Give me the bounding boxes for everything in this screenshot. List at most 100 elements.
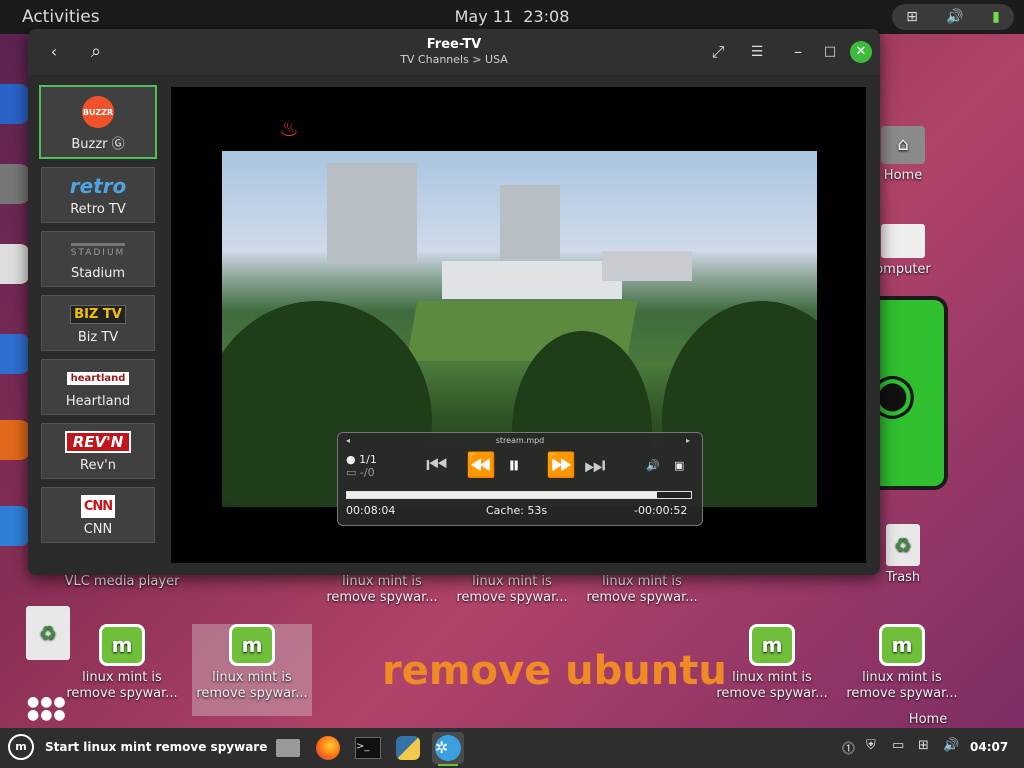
playlist-position[interactable]: ● 1/1 <box>346 453 377 466</box>
volume-icon[interactable]: 🔊 <box>943 738 959 753</box>
eye-app-icon[interactable]: ◉ <box>876 296 948 490</box>
system-tray[interactable]: ⊞ 🔊 ▮ <box>892 4 1014 30</box>
chapter-position[interactable]: ▭ -/0 <box>346 466 375 479</box>
stream-title: stream.mpd <box>495 436 545 445</box>
heartland-logo: heartland <box>66 371 130 385</box>
dock-item[interactable] <box>0 334 30 374</box>
rewind-icon[interactable]: ⏪ <box>466 449 496 481</box>
update-manager-icon[interactable]: ⓵ <box>842 738 855 757</box>
channel-logo: heartland <box>42 366 154 390</box>
playlist-position-text: 1/1 <box>359 453 377 466</box>
dock-item[interactable] <box>0 164 30 204</box>
biz-tv-logo: BIZ TV <box>70 304 126 324</box>
desktop-icon-mint[interactable]: linux mint is remove spywar... <box>452 574 572 606</box>
fullscreen-button[interactable]: ⤢ <box>706 41 730 63</box>
retro-tv-logo: retro <box>69 174 127 198</box>
clock-date[interactable]: May 11 <box>455 7 514 26</box>
channel-logo: BUZZR <box>41 95 155 129</box>
taskbar-python[interactable] <box>392 732 424 764</box>
skip-forward-icon[interactable]: ⏭ <box>584 449 606 481</box>
channel-item-biz-tv[interactable]: BIZ TV Biz TV <box>41 295 155 351</box>
skip-back-icon[interactable]: ⏮ <box>426 449 448 481</box>
desktop-icon-label: linux mint is remove spywar... <box>586 574 698 605</box>
volume-icon[interactable]: 🔊 <box>646 459 660 472</box>
channel-item-retro-tv[interactable]: retro Retro TV <box>41 167 155 223</box>
desktop-icon-mint[interactable]: m linux mint is remove spywar... <box>62 624 182 702</box>
desktop-icon-home-partial[interactable]: Home <box>868 712 988 728</box>
desktop-icon-mint[interactable]: m linux mint is remove spywar... <box>192 624 312 716</box>
channel-item-stadium[interactable]: STADIUM Stadium <box>41 231 155 287</box>
channel-logo: REV'N <box>42 430 154 454</box>
pause-icon[interactable]: ⏸ <box>508 449 520 481</box>
desktop-icon-label: omputer <box>875 262 931 277</box>
maximize-button[interactable]: □ <box>818 41 842 63</box>
desktop-icon-vlc[interactable]: VLC media player <box>62 574 182 590</box>
channel-item-cnn[interactable]: CNN CNN <box>41 487 155 543</box>
files-icon <box>276 739 300 757</box>
eye-icon: ◉ <box>876 361 917 426</box>
channel-label: Retro TV <box>70 202 126 217</box>
next-stream-icon[interactable]: ▸ <box>686 436 690 445</box>
desktop-icon-label: Home <box>883 168 923 183</box>
desktop-icon-mint[interactable]: linux mint is remove spywar... <box>582 574 702 606</box>
close-button[interactable]: ✕ <box>850 41 872 63</box>
taskbar-terminal[interactable]: >_ <box>352 732 384 764</box>
clock-time[interactable]: 23:08 <box>523 7 569 26</box>
desktop-icon-mint[interactable]: m linux mint is remove spywar... <box>712 624 832 702</box>
player-controls[interactable]: ◂ stream.mpd ▸ ● 1/1 ▭ -/0 ⏮ ⏪ ⏸ ⏩ ⏭ 🔊 ▣… <box>337 432 703 526</box>
video-player[interactable]: ♨ ◂ stream.mpd ▸ ● 1/1 ▭ -/0 ⏮ ⏪ ⏸ ⏩ ⏭ 🔊… <box>171 87 866 563</box>
back-button[interactable]: ‹ <box>42 41 66 63</box>
taskbar-firefox[interactable] <box>312 732 344 764</box>
desktop-icon-label: Trash <box>885 570 921 585</box>
dock-item[interactable] <box>0 420 30 460</box>
channel-label: Stadium <box>70 266 126 281</box>
chapter-position-text: -/0 <box>359 466 375 479</box>
taskbar: m Start linux mint remove spyware >_ ✲ ⓵… <box>0 728 1024 768</box>
start-menu-label[interactable]: Start linux mint remove spyware <box>45 740 267 754</box>
building <box>327 163 417 263</box>
stadium-logo: STADIUM <box>70 242 126 258</box>
desktop-icon-label: Home <box>908 712 948 727</box>
menu-button[interactable]: ☰ <box>745 41 769 63</box>
desktop-icon-mint[interactable]: linux mint is remove spywar... <box>322 574 442 606</box>
header-bar: ‹ ⌕ Free-TV TV Channels > USA ⤢ ☰ – □ ✕ <box>28 29 880 75</box>
taskbar-free-tv[interactable]: ✲ <box>432 732 464 766</box>
channel-item-buzzr[interactable]: BUZZR Buzzr Ⓖ <box>39 85 157 159</box>
playlist-icon: ● <box>346 453 356 466</box>
channel-label: CNN <box>83 522 113 537</box>
channel-list[interactable]: BUZZR Buzzr Ⓖ retro Retro TV STADIUM Sta… <box>38 85 158 561</box>
taskbar-files[interactable] <box>272 732 304 764</box>
linux-mint-icon: m <box>879 624 925 666</box>
display-icon[interactable]: ▭ <box>892 738 904 753</box>
taskbar-clock[interactable]: 04:07 <box>970 740 1008 754</box>
channel-item-heartland[interactable]: heartland Heartland <box>41 359 155 415</box>
cnn-logo: CNN <box>80 494 116 518</box>
search-button[interactable]: ⌕ <box>84 41 108 63</box>
dock-item[interactable] <box>0 244 30 284</box>
channel-label: Biz TV <box>77 330 119 345</box>
home-folder-icon: ⌂ <box>881 126 925 164</box>
fast-forward-icon[interactable]: ⏩ <box>546 449 576 481</box>
channel-logo: BIZ TV <box>42 302 154 326</box>
linux-mint-icon: m <box>99 624 145 666</box>
free-tv-window: ‹ ⌕ Free-TV TV Channels > USA ⤢ ☰ – □ ✕ … <box>28 29 880 575</box>
desktop-icon-label: linux mint is remove spywar... <box>846 670 958 701</box>
volume-icon[interactable]: 🔊 <box>946 9 963 25</box>
dock-item[interactable] <box>0 506 30 546</box>
desktop-overlay-text: remove ubuntu <box>382 648 727 694</box>
battery-icon[interactable]: ▮ <box>992 9 1000 25</box>
channel-item-revn[interactable]: REV'N Rev'n <box>41 423 155 479</box>
network-icon[interactable]: ⊞ <box>918 738 929 753</box>
activities-button[interactable]: Activities <box>22 7 100 27</box>
subtitle-track-icon[interactable]: ▣ <box>674 459 684 472</box>
dock-item[interactable] <box>0 84 30 124</box>
seek-bar[interactable] <box>346 491 692 499</box>
building <box>442 261 622 299</box>
remaining-time[interactable]: -00:00:52 <box>634 504 687 517</box>
mint-menu-icon[interactable]: m <box>8 734 34 760</box>
minimize-button[interactable]: – <box>786 41 810 63</box>
network-icon[interactable]: ⊞ <box>906 9 918 25</box>
shield-icon[interactable]: ⛨ <box>866 738 876 753</box>
show-apps-icon[interactable]: ●●● ●●● <box>27 695 67 722</box>
desktop-icon-mint[interactable]: m linux mint is remove spywar... <box>842 624 962 702</box>
